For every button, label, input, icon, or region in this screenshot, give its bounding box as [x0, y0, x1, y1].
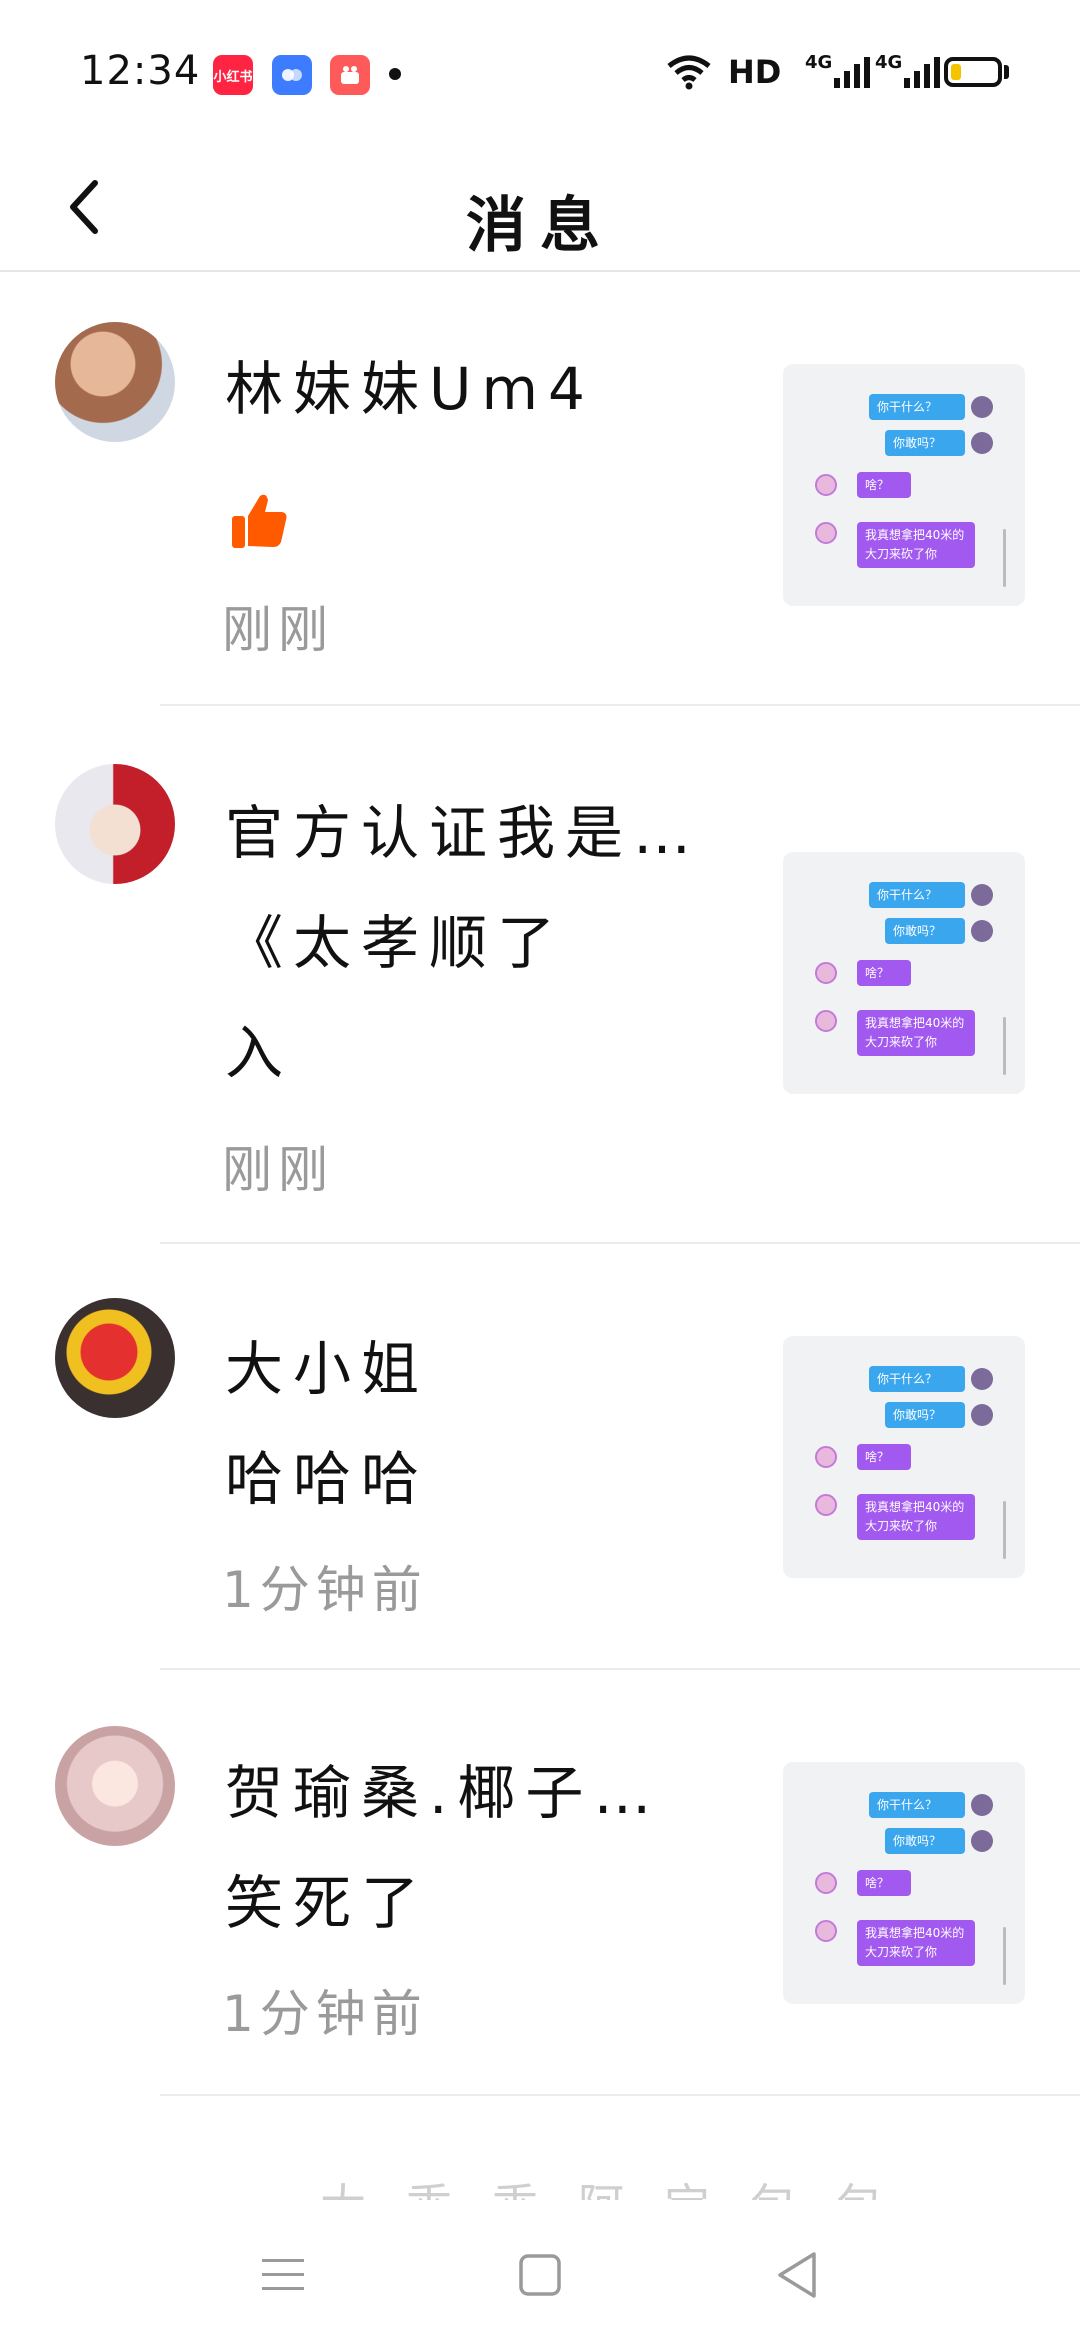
battery-icon: [944, 57, 1002, 87]
avatar[interactable]: [55, 322, 175, 442]
chat-bubble: 我真想拿把40米的大刀来砍了你: [857, 1010, 975, 1056]
post-thumbnail[interactable]: 你干什么？ 你敢吗？ 啥？ 我真想拿把40米的大刀来砍了你: [783, 1336, 1025, 1578]
status-bar: 12:34 小红书 HD 4G 4G: [0, 0, 1080, 145]
mini-avatar: [815, 522, 837, 544]
mini-avatar: [971, 1404, 993, 1426]
mini-avatar: [971, 1794, 993, 1816]
network-type-label: 4G: [805, 51, 833, 73]
chat-bubble: 你干什么？: [869, 1366, 965, 1392]
scroll-indicator: [1003, 1501, 1006, 1559]
app-header: 消息: [0, 145, 1080, 272]
message-time: 刚刚: [222, 601, 334, 659]
avatar[interactable]: [55, 1298, 175, 1418]
scroll-indicator: [1003, 1017, 1006, 1075]
chat-bubble: 你干什么？: [869, 1792, 965, 1818]
scroll-indicator: [1003, 529, 1006, 587]
chat-bubble: 你敢吗？: [885, 1828, 965, 1854]
post-thumbnail[interactable]: 你干什么？ 你敢吗？ 啥？ 我真想拿把40米的大刀来砍了你: [783, 852, 1025, 1094]
message-item[interactable]: 官方认证我是… 《太孝顺了 入 刚刚 你干什么？ 你敢吗？ 啥？ 我真想拿把40…: [0, 706, 1080, 1244]
mini-avatar: [815, 1494, 837, 1516]
mini-avatar: [815, 1010, 837, 1032]
chat-bubble: 啥？: [857, 1444, 911, 1470]
menu-button[interactable]: [243, 2240, 323, 2310]
message-preview: 哈哈哈: [225, 1445, 430, 1513]
message-time: 1分钟前: [222, 1561, 428, 1619]
chat-bubble: 你敢吗？: [885, 1402, 965, 1428]
chat-bubble: 啥？: [857, 472, 911, 498]
mini-avatar: [971, 884, 993, 906]
chat-bubble: 你干什么？: [869, 394, 965, 420]
chat-bubble: 我真想拿把40米的大刀来砍了你: [857, 522, 975, 568]
mini-avatar: [815, 962, 837, 984]
battery-nub: [1004, 65, 1009, 79]
hd-voice-indicator: HD: [728, 53, 782, 91]
message-item[interactable]: 大小姐 哈哈哈 1分钟前 你干什么？ 你敢吗？ 啥？ 我真想拿把40米的大刀来砍…: [0, 1244, 1080, 1670]
kuaishou-notification-icon: [330, 55, 370, 95]
message-item[interactable]: 林妹妹Um4 刚刚 你干什么？ 你敢吗？ 啥？ 我真想拿把40米的大刀来砍了你: [0, 272, 1080, 706]
chat-bubble: 我真想拿把40米的大刀来砍了你: [857, 1494, 975, 1540]
chat-bubble: 我真想拿把40米的大刀来砍了你: [857, 1920, 975, 1966]
message-preview: 《太孝顺了: [225, 909, 566, 977]
network-type-label: 4G: [875, 51, 903, 73]
status-time: 12:34: [80, 48, 201, 94]
mini-avatar: [815, 1872, 837, 1894]
avatar[interactable]: [55, 764, 175, 884]
message-preview: 笑死了: [225, 1869, 430, 1937]
mini-avatar: [815, 1920, 837, 1942]
page-title: 消息: [466, 191, 614, 261]
message-time: 刚刚: [222, 1141, 334, 1199]
back-triangle-icon: [778, 2252, 816, 2298]
app-notification-icon: [272, 55, 312, 95]
divider: [160, 2094, 1080, 2096]
post-thumbnail[interactable]: 你干什么？ 你敢吗？ 啥？ 我真想拿把40米的大刀来砍了你: [783, 1762, 1025, 2004]
signal-icon-2: 4G: [875, 50, 942, 94]
more-notifications-dot-icon: [389, 68, 401, 80]
menu-icon: [262, 2259, 304, 2290]
sender-name: 官方认证我是…: [225, 799, 702, 867]
message-item[interactable]: 贺瑜桑.椰子… 笑死了 1分钟前 你干什么？ 你敢吗？ 啥？ 我真想拿把40米的…: [0, 1670, 1080, 2096]
thumbs-up-icon: [228, 490, 290, 556]
message-preview-line2: 入: [225, 1019, 294, 1087]
chat-bubble: 啥？: [857, 960, 911, 986]
chat-bubble: 你敢吗？: [885, 430, 965, 456]
mini-avatar: [815, 474, 837, 496]
chat-bubble: 你干什么？: [869, 882, 965, 908]
mini-avatar: [971, 1830, 993, 1852]
wifi-icon: [665, 50, 713, 94]
avatar[interactable]: [55, 1726, 175, 1846]
message-time: 1分钟前: [222, 1985, 428, 2043]
mini-avatar: [971, 1368, 993, 1390]
sender-name: 贺瑜桑.椰子…: [225, 1759, 662, 1827]
mini-avatar: [971, 396, 993, 418]
scroll-indicator: [1003, 1927, 1006, 1985]
chat-bubble: 你敢吗？: [885, 918, 965, 944]
sender-name: 林妹妹Um4: [225, 355, 595, 423]
home-square-icon: [519, 2254, 561, 2296]
xiaohongshu-notification-icon: 小红书: [213, 55, 253, 95]
mini-avatar: [971, 432, 993, 454]
sender-name: 大小姐: [225, 1335, 430, 1403]
chat-bubble: 啥？: [857, 1870, 911, 1896]
mini-avatar: [971, 920, 993, 942]
home-button[interactable]: [500, 2240, 580, 2310]
back-nav-button[interactable]: [757, 2240, 837, 2310]
mini-avatar: [815, 1446, 837, 1468]
signal-icon-1: 4G: [805, 50, 872, 94]
system-navigation-bar: [0, 2200, 1080, 2340]
post-thumbnail[interactable]: 你干什么？ 你敢吗？ 啥？ 我真想拿把40米的大刀来砍了你: [783, 364, 1025, 606]
